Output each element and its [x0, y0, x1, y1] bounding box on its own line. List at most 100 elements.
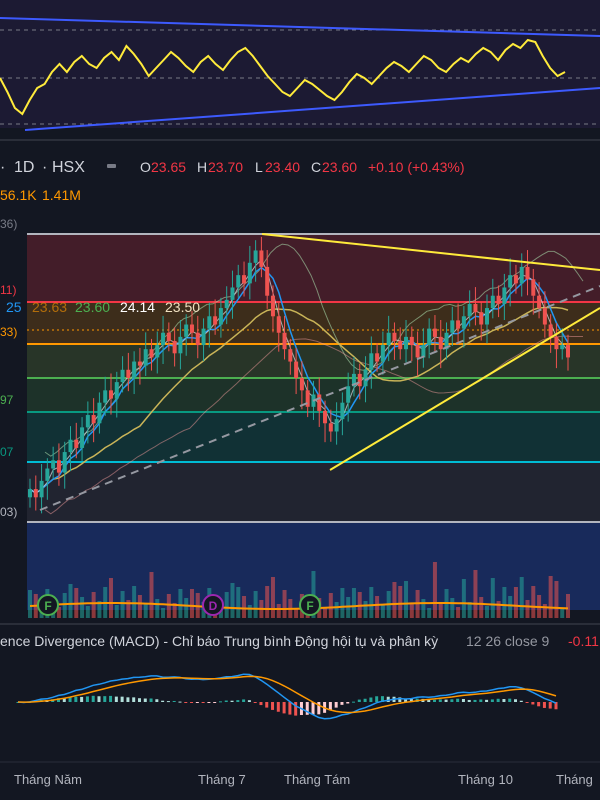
candle-body[interactable]	[45, 468, 50, 481]
candle-body[interactable]	[531, 279, 536, 296]
candle-body[interactable]	[103, 390, 108, 403]
candle-body[interactable]	[137, 361, 142, 366]
candle-body[interactable]	[404, 336, 409, 350]
candle-body[interactable]	[132, 361, 137, 378]
candle-body[interactable]	[456, 320, 461, 329]
event-marker-f2[interactable]: F	[299, 594, 321, 616]
candle-body[interactable]	[554, 336, 559, 350]
candle-body[interactable]	[363, 369, 368, 387]
candle-body[interactable]	[427, 328, 432, 346]
candle-body[interactable]	[398, 340, 403, 350]
candle-body[interactable]	[467, 303, 472, 317]
collapse-icon[interactable]	[107, 164, 116, 168]
candle-body[interactable]	[375, 353, 380, 362]
candle-body[interactable]	[392, 332, 397, 341]
stock-chart[interactable]: · 1D · HSX O 23.65 H 23.70 L 23.40 C 23.…	[0, 0, 600, 800]
candle-body[interactable]	[438, 336, 443, 350]
candle-body[interactable]	[247, 262, 252, 284]
candle-body[interactable]	[340, 402, 345, 420]
candle-body[interactable]	[149, 349, 154, 358]
candle-body[interactable]	[178, 336, 183, 354]
candle-body[interactable]	[259, 250, 264, 267]
interval-label[interactable]: 1D	[14, 159, 34, 176]
candle-body[interactable]	[357, 373, 362, 387]
candle-body[interactable]	[502, 287, 507, 304]
candle-body[interactable]	[461, 316, 466, 329]
candle-body[interactable]	[548, 324, 553, 337]
candle-body[interactable]	[346, 386, 351, 403]
candle-body[interactable]	[496, 295, 501, 304]
candle-body[interactable]	[91, 415, 96, 424]
candle-body[interactable]	[51, 460, 56, 469]
candle-body[interactable]	[213, 316, 218, 325]
candle-body[interactable]	[161, 332, 166, 346]
candle-body[interactable]	[62, 452, 67, 473]
candle-body[interactable]	[172, 340, 177, 354]
candle-body[interactable]	[380, 345, 385, 362]
candle-body[interactable]	[513, 275, 518, 284]
candle-body[interactable]	[566, 345, 570, 358]
candle-body[interactable]	[276, 316, 281, 333]
candle-body[interactable]	[39, 480, 44, 498]
candle-body[interactable]	[479, 312, 484, 325]
candle-body[interactable]	[415, 345, 420, 358]
candle-body[interactable]	[236, 275, 241, 288]
event-marker-d[interactable]: D	[202, 594, 224, 616]
price-pane[interactable]: 25 23.63 23.60 24.14 23.50 36) 11) 33) 9…	[0, 217, 600, 610]
candle-body[interactable]	[74, 439, 79, 448]
candle-body[interactable]	[328, 423, 333, 432]
x-tick-label-5: Tháng	[556, 772, 593, 787]
candle-body[interactable]	[108, 390, 113, 399]
candle-body[interactable]	[126, 369, 131, 378]
candle-body[interactable]	[490, 295, 495, 309]
candle-body[interactable]	[560, 345, 565, 350]
candle-body[interactable]	[299, 378, 304, 391]
candle-body[interactable]	[485, 308, 490, 325]
candle-body[interactable]	[369, 353, 374, 370]
candle-body[interactable]	[68, 439, 73, 453]
macd-histogram-bar	[207, 702, 211, 703]
candle-body[interactable]	[224, 299, 229, 309]
candle-body[interactable]	[432, 328, 437, 337]
candle-body[interactable]	[120, 369, 125, 383]
candle-body[interactable]	[537, 295, 542, 309]
candle-body[interactable]	[207, 316, 212, 329]
candle-body[interactable]	[33, 489, 38, 498]
candle-body[interactable]	[519, 266, 524, 284]
rsi-pane[interactable]	[0, 0, 600, 141]
candle-body[interactable]	[473, 303, 478, 313]
candle-body[interactable]	[184, 324, 189, 337]
candle-body[interactable]	[230, 287, 235, 300]
candle-body[interactable]	[28, 489, 32, 498]
candle-body[interactable]	[265, 266, 270, 296]
candle-body[interactable]	[334, 419, 339, 432]
candle-body[interactable]	[323, 410, 328, 424]
macd-histogram-bar	[542, 702, 546, 708]
candle-body[interactable]	[201, 328, 206, 346]
candle-body[interactable]	[114, 382, 119, 399]
candle-body[interactable]	[143, 349, 148, 366]
candle-body[interactable]	[450, 320, 455, 333]
candle-body[interactable]	[97, 402, 102, 424]
candle-body[interactable]	[189, 324, 194, 333]
candle-body[interactable]	[294, 361, 299, 378]
candle-body[interactable]	[218, 308, 223, 325]
candle-body[interactable]	[525, 266, 530, 280]
candle-body[interactable]	[195, 332, 200, 346]
candle-body[interactable]	[282, 332, 287, 350]
candle-body[interactable]	[80, 427, 85, 448]
candle-body[interactable]	[155, 345, 160, 358]
candle-body[interactable]	[386, 332, 391, 346]
candle-body[interactable]	[85, 415, 90, 428]
candle-body[interactable]	[56, 460, 61, 473]
candle-body[interactable]	[242, 275, 247, 284]
candle-body[interactable]	[166, 332, 171, 341]
candle-body[interactable]	[317, 394, 322, 411]
candle-body[interactable]	[409, 336, 414, 346]
event-marker-f1[interactable]: F	[37, 594, 59, 616]
candle-body[interactable]	[288, 349, 293, 362]
candle-body[interactable]	[270, 295, 275, 317]
candle-body[interactable]	[542, 308, 547, 325]
candle-body[interactable]	[508, 275, 513, 288]
candle-body[interactable]	[253, 250, 258, 263]
